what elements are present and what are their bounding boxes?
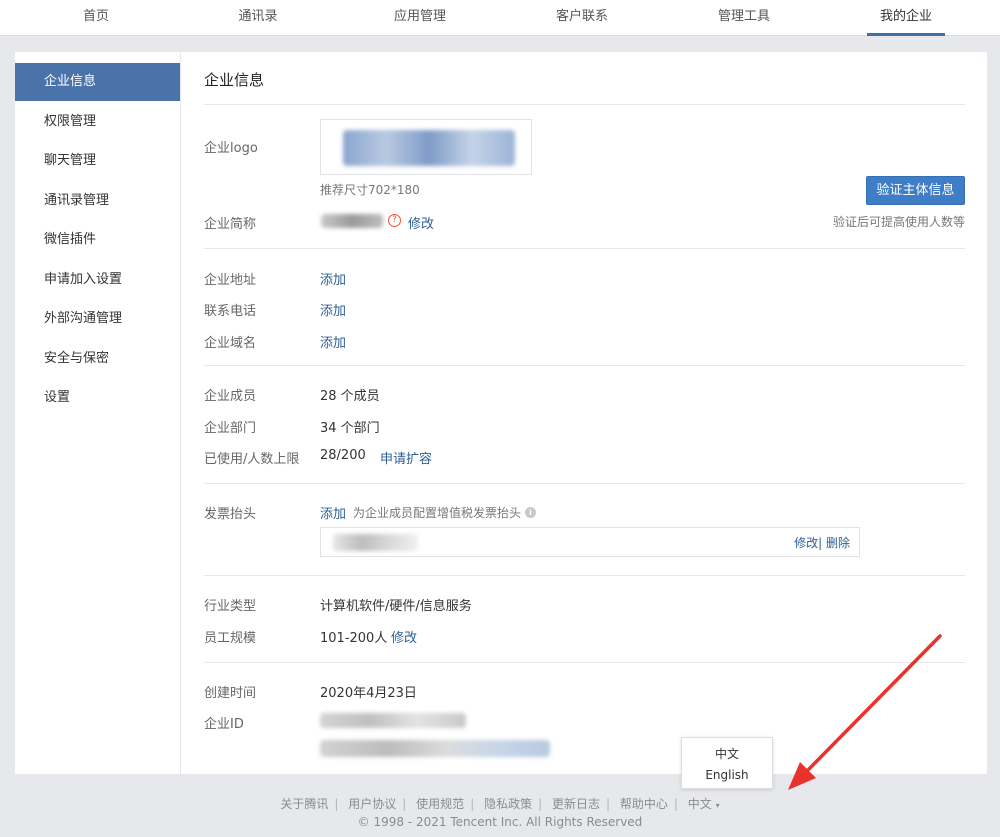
scale-label: 员工规模 (204, 631, 257, 646)
created-label: 创建时间 (204, 686, 257, 701)
divider (204, 483, 965, 484)
tab-management-tools[interactable]: 管理工具 (692, 0, 796, 36)
corp-id-value (320, 713, 466, 728)
footer-separator: | (470, 797, 475, 811)
footer-separator: | (673, 797, 678, 811)
logo-label: 企业logo (204, 141, 258, 156)
footer-links: 关于腾讯 | 用户协议 | 使用规范 | 隐私政策 | 更新日志 | 帮助中心 | 中文 ▾ (0, 795, 1000, 812)
logo-upload-box[interactable] (320, 119, 532, 175)
corp-id-value-line2 (320, 740, 550, 757)
usage-label: 已使用/人数上限 (204, 452, 300, 467)
language-option-english[interactable]: English (682, 768, 772, 782)
chevron-down-icon: ▾ (715, 801, 720, 810)
tab-app-management[interactable]: 应用管理 (368, 0, 472, 36)
language-option-chinese[interactable]: 中文 (682, 745, 772, 762)
tab-customer-contact[interactable]: 客户联系 (530, 0, 634, 36)
created-value: 2020年4月23日 (320, 686, 417, 701)
invoice-row: 修改| 删除 (320, 527, 860, 557)
language-dropdown: 中文 English (681, 737, 773, 789)
sidebar-item-chat-management[interactable]: 聊天管理 (15, 142, 180, 180)
divider (204, 575, 965, 576)
divider (204, 662, 965, 663)
copyright: © 1998 - 2021 Tencent Inc. All Rights Re… (357, 815, 643, 829)
info-icon[interactable]: i (525, 507, 536, 518)
corp-id-label: 企业ID (204, 717, 244, 732)
short-name-value (321, 214, 383, 228)
phone-label: 联系电话 (204, 304, 257, 319)
add-address-link[interactable]: 添加 (320, 269, 346, 288)
invoice-title-value (333, 534, 418, 551)
divider (204, 104, 965, 105)
usage-value: 28/200 (320, 448, 366, 463)
divider (204, 365, 965, 366)
top-nav: 首页 通讯录 应用管理 客户联系 管理工具 我的企业 (0, 0, 1000, 36)
invoice-label: 发票抬头 (204, 507, 257, 522)
footer-separator: | (334, 797, 339, 811)
apply-expansion-link[interactable]: 申请扩容 (380, 448, 432, 467)
footer-link-changelog[interactable]: 更新日志 (552, 797, 600, 811)
invoice-edit-delete-links[interactable]: 修改| 删除 (794, 534, 850, 551)
tab-home[interactable]: 首页 (60, 0, 132, 36)
verify-entity-button[interactable]: 验证主体信息 (866, 176, 965, 205)
footer-language-label: 中文 (687, 797, 712, 811)
industry-value: 计算机软件/硬件/信息服务 (320, 599, 472, 614)
edit-scale-link[interactable]: 修改 (391, 627, 417, 646)
help-icon[interactable]: ? (388, 214, 401, 227)
sidebar-item-join-settings[interactable]: 申请加入设置 (15, 261, 180, 299)
sidebar-item-permissions[interactable]: 权限管理 (15, 103, 180, 141)
departments-value: 34 个部门 (320, 421, 380, 436)
footer-link-privacy[interactable]: 隐私政策 (484, 797, 532, 811)
footer-link-help-center[interactable]: 帮助中心 (620, 797, 668, 811)
sidebar-item-wechat-plugin[interactable]: 微信插件 (15, 221, 180, 259)
footer-link-user-agreement[interactable]: 用户协议 (348, 797, 396, 811)
sidebar: 企业信息 权限管理 聊天管理 通讯录管理 微信插件 申请加入设置 外部沟通管理 … (15, 52, 181, 774)
members-label: 企业成员 (204, 389, 257, 404)
sidebar-item-company-info[interactable]: 企业信息 (15, 63, 180, 101)
departments-label: 企业部门 (204, 421, 257, 436)
company-info-panel: 企业信息 企业logo 推荐尺寸702*180 验证主体信息 验证后可提高使用人… (204, 52, 965, 774)
sidebar-item-contacts-management[interactable]: 通讯录管理 (15, 182, 180, 220)
footer-link-about[interactable]: 关于腾讯 (280, 797, 328, 811)
divider (204, 248, 965, 249)
footer-separator: | (538, 797, 543, 811)
logo-size-hint: 推荐尺寸702*180 (320, 183, 420, 197)
footer-separator: | (402, 797, 407, 811)
tab-my-company[interactable]: 我的企业 (867, 0, 945, 36)
logo-image (343, 130, 515, 166)
members-value: 28 个成员 (320, 389, 380, 404)
industry-label: 行业类型 (204, 599, 257, 614)
footer-language-switch[interactable]: 中文 ▾ (688, 797, 720, 811)
scale-value: 101-200人 (320, 631, 388, 646)
footer-separator: | (605, 797, 611, 811)
edit-short-name-link[interactable]: 修改 (408, 213, 434, 232)
invoice-hint: 为企业成员配置增值税发票抬头 (353, 506, 522, 520)
address-label: 企业地址 (204, 273, 257, 288)
add-phone-link[interactable]: 添加 (320, 300, 346, 319)
domain-label: 企业域名 (204, 336, 257, 351)
add-invoice-link[interactable]: 添加 (320, 503, 346, 522)
short-name-label: 企业简称 (204, 217, 257, 232)
footer-link-usage-rules[interactable]: 使用规范 (416, 797, 464, 811)
main-card: 企业信息 权限管理 聊天管理 通讯录管理 微信插件 申请加入设置 外部沟通管理 … (15, 52, 987, 774)
add-domain-link[interactable]: 添加 (320, 332, 346, 351)
sidebar-item-security[interactable]: 安全与保密 (15, 340, 180, 378)
sidebar-item-settings[interactable]: 设置 (15, 379, 180, 417)
verify-hint: 验证后可提高使用人数等 (832, 215, 965, 229)
sidebar-item-external-communication[interactable]: 外部沟通管理 (15, 300, 180, 338)
page-title: 企业信息 (204, 71, 265, 89)
tab-contacts[interactable]: 通讯录 (222, 0, 294, 36)
